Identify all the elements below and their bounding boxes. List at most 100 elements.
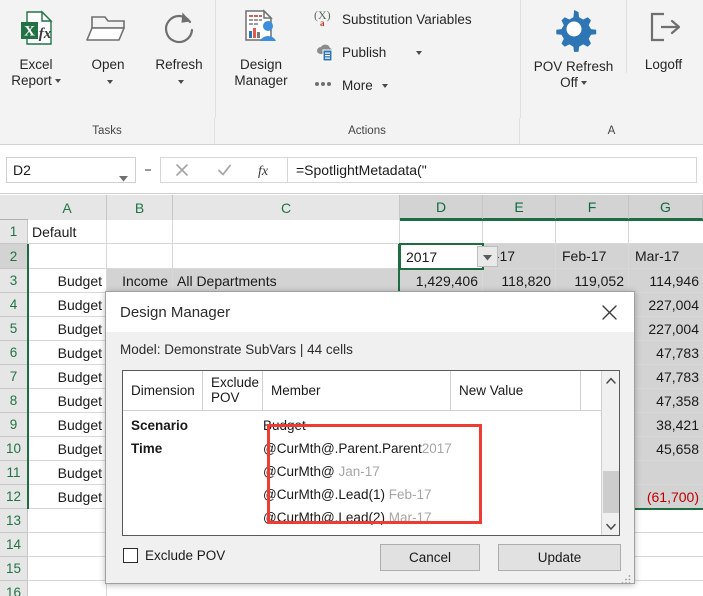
cell-A12[interactable]: Budget	[28, 485, 107, 509]
row-header-5[interactable]: 5	[0, 317, 28, 341]
cell-A13[interactable]	[28, 509, 107, 533]
cell-A16[interactable]	[28, 581, 107, 596]
open-caret-row[interactable]	[104, 74, 113, 90]
cell-G6[interactable]: 47,783	[629, 341, 703, 365]
cell-A2[interactable]	[28, 244, 107, 269]
row-member[interactable]: @CurMth@.Parent.Parent2017	[263, 441, 619, 456]
accept-check-icon[interactable]	[203, 158, 245, 182]
cell-A1[interactable]: Default	[28, 220, 107, 244]
cell-G3[interactable]: 114,946	[629, 269, 703, 293]
table-row[interactable]: @CurMth@.Lead(2) Mar-17	[123, 506, 619, 529]
cell-A5[interactable]: Budget	[28, 317, 107, 341]
row-member[interactable]: Budget	[263, 418, 619, 433]
caret-down-icon[interactable]	[54, 79, 61, 84]
publish-button[interactable]: Publish	[306, 36, 516, 69]
cell-D3[interactable]: 1,429,406	[400, 269, 483, 293]
cell-G7[interactable]: 47,783	[629, 365, 703, 389]
fx-icon[interactable]: fx	[245, 158, 287, 182]
cell-F1[interactable]	[556, 220, 629, 244]
cell-G4[interactable]: 227,004	[629, 293, 703, 317]
chevron-down-icon[interactable]	[602, 517, 619, 535]
row-member[interactable]: @CurMth@.Lead(2) Mar-17	[263, 510, 619, 525]
update-button[interactable]: Update	[498, 544, 621, 571]
cell-C3[interactable]: All Departments	[173, 269, 400, 293]
substitution-variables-button[interactable]: (X) a Substitution Variables	[306, 3, 516, 36]
resize-grip[interactable]	[621, 571, 631, 584]
column-header-c[interactable]: C	[173, 195, 400, 220]
row-header-9[interactable]: 9	[0, 413, 28, 437]
cell-F3[interactable]: 119,052	[556, 269, 629, 293]
row-header-14[interactable]: 14	[0, 533, 28, 557]
formula-bar-grip[interactable]	[136, 157, 160, 183]
cell-G9[interactable]: 38,421	[629, 413, 703, 437]
scrollbar-thumb[interactable]	[603, 471, 619, 513]
pov-refresh-button[interactable]: POV Refresh Off	[521, 0, 626, 91]
row-header-3[interactable]: 3	[0, 269, 28, 293]
cell-A4[interactable]: Budget	[28, 293, 107, 317]
cancel-x-icon[interactable]	[161, 158, 203, 182]
design-manager-button[interactable]: Design Manager	[216, 0, 306, 89]
column-header-b[interactable]: B	[107, 195, 173, 220]
header-member[interactable]: Member	[263, 371, 451, 410]
cell-G5[interactable]: 227,004	[629, 317, 703, 341]
formula-input[interactable]: =SpotlightMetadata("	[287, 156, 697, 183]
cell-G8[interactable]: 47,358	[629, 389, 703, 413]
cell-G15[interactable]	[629, 557, 703, 581]
table-row[interactable]: @CurMth@ Jan-17	[123, 460, 619, 483]
exclude-pov-checkbox-wrap[interactable]: Exclude POV	[123, 548, 225, 563]
cell-A3[interactable]: Budget	[28, 269, 107, 293]
cell-B3[interactable]: Income	[107, 269, 173, 293]
exclude-pov-checkbox[interactable]	[123, 548, 138, 563]
caret-down-icon[interactable]	[580, 81, 587, 86]
cell-B1[interactable]	[107, 220, 173, 244]
cell-C2[interactable]	[173, 244, 400, 269]
cell-B2[interactable]	[107, 244, 173, 269]
header-exclude-pov[interactable]: Exclude POV	[203, 371, 263, 410]
name-box-dropdown-icon[interactable]	[119, 169, 128, 185]
cell-A9[interactable]: Budget	[28, 413, 107, 437]
row-member[interactable]: @CurMth@.Lead(1) Feb-17	[263, 487, 619, 502]
cell-C1[interactable]	[173, 220, 400, 244]
row-header-7[interactable]: 7	[0, 365, 28, 389]
more-button[interactable]: More	[306, 69, 516, 102]
cancel-button[interactable]: Cancel	[380, 544, 480, 571]
cell-A15[interactable]	[28, 557, 107, 581]
cell-G12[interactable]: (61,700)	[629, 485, 703, 509]
column-header-g[interactable]: G	[629, 195, 703, 220]
row-header-8[interactable]: 8	[0, 389, 28, 413]
cell-G16[interactable]	[629, 581, 703, 596]
row-member[interactable]: @CurMth@ Jan-17	[263, 464, 619, 479]
row-header-6[interactable]: 6	[0, 341, 28, 365]
row-header-2[interactable]: 2	[0, 244, 28, 269]
row-header-10[interactable]: 10	[0, 437, 28, 461]
cell-G13[interactable]	[629, 509, 703, 533]
refresh-caret-row[interactable]	[175, 74, 184, 90]
row-header-16[interactable]: 16	[0, 581, 28, 596]
cell-A10[interactable]: Budget	[28, 437, 107, 461]
chevron-up-icon[interactable]	[602, 371, 619, 389]
cell-F2[interactable]: Feb-17	[556, 244, 629, 269]
cell-E1[interactable]	[483, 220, 556, 244]
cell-dropdown-button[interactable]	[477, 246, 498, 267]
row-header-11[interactable]: 11	[0, 461, 28, 485]
cell-A6[interactable]: Budget	[28, 341, 107, 365]
caret-down-icon[interactable]	[177, 80, 184, 85]
table-row[interactable]: Time @CurMth@.Parent.Parent2017	[123, 437, 619, 460]
cell-G10[interactable]: 45,658	[629, 437, 703, 461]
name-box[interactable]: D2	[6, 156, 136, 185]
caret-down-icon[interactable]	[106, 80, 113, 85]
cell-E3[interactable]: 118,820	[483, 269, 556, 293]
row-header-15[interactable]: 15	[0, 557, 28, 581]
column-header-d[interactable]: D	[400, 195, 483, 220]
row-header-1[interactable]: 1	[0, 220, 28, 244]
cell-A14[interactable]	[28, 533, 107, 557]
row-header-4[interactable]: 4	[0, 293, 28, 317]
open-button[interactable]: Open	[72, 0, 144, 90]
cell-A11[interactable]: Budget	[28, 461, 107, 485]
caret-down-icon[interactable]	[381, 83, 388, 88]
table-scrollbar[interactable]	[601, 371, 619, 535]
close-icon[interactable]	[594, 297, 624, 327]
cell-A7[interactable]: Budget	[28, 365, 107, 389]
cell-G11[interactable]	[629, 461, 703, 485]
table-row[interactable]: @CurMth@.Lead(1) Feb-17	[123, 483, 619, 506]
